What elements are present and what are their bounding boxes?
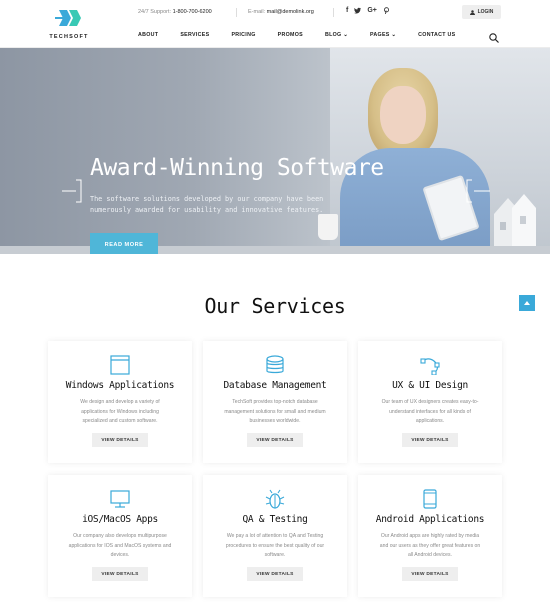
view-details-button[interactable]: VIEW DETAILS <box>402 567 458 581</box>
site-header: TECHSOFT 24/7 Support: 1-800-700-6200 E-… <box>0 0 550 48</box>
view-details-button[interactable]: VIEW DETAILS <box>247 433 303 447</box>
service-title: Android Applications <box>375 514 485 525</box>
service-card: UX & UI Design Our team of UX designers … <box>358 341 502 463</box>
nav-item-pricing[interactable]: PRICING <box>231 32 255 38</box>
service-description: Our Android apps are highly rated by med… <box>379 533 481 558</box>
nav-item-promos[interactable]: PROMOS <box>278 32 303 38</box>
bracket-left-icon <box>62 179 82 203</box>
support-label: 24/7 Support: <box>138 9 172 15</box>
main-nav: ABOUT SERVICES PRICING PROMOS BLOG ⌄ PAG… <box>138 32 456 38</box>
facebook-icon[interactable]: f <box>346 7 348 16</box>
search-icon[interactable] <box>489 30 499 43</box>
service-card: iOS/MacOS Apps Our company also develops… <box>48 475 192 597</box>
pinterest-icon[interactable] <box>383 7 390 16</box>
service-description: We pay a lot of attention to QA and Test… <box>225 533 325 558</box>
nav-item-about[interactable]: ABOUT <box>138 32 158 38</box>
hero-title: Award-Winning Software <box>90 155 384 181</box>
divider <box>236 8 237 17</box>
login-label: LOGIN <box>477 9 494 15</box>
hero-photo-house-model <box>494 194 536 246</box>
logo[interactable]: TECHSOFT <box>47 6 91 42</box>
service-title: UX & UI Design <box>392 380 468 391</box>
twitter-icon[interactable] <box>354 7 362 16</box>
service-card: QA & Testing We pay a lot of attention t… <box>203 475 347 597</box>
hero-banner: Award-Winning Software The software solu… <box>0 48 550 254</box>
email-label: E-mail: <box>248 9 266 15</box>
view-details-button[interactable]: VIEW DETAILS <box>92 567 148 581</box>
social-links: f G+ <box>346 7 390 16</box>
view-details-button[interactable]: VIEW DETAILS <box>247 567 303 581</box>
window-icon <box>110 355 130 375</box>
email-contact: E-mail: mail@demolink.org <box>248 9 314 15</box>
bug-icon <box>265 489 285 509</box>
scroll-to-top-button[interactable] <box>519 295 535 311</box>
service-title: iOS/MacOS Apps <box>82 514 158 525</box>
google-plus-icon[interactable]: G+ <box>367 7 377 16</box>
logo-icon <box>55 10 81 26</box>
view-details-button[interactable]: VIEW DETAILS <box>92 433 148 447</box>
nav-item-services[interactable]: SERVICES <box>180 32 209 38</box>
vector-design-icon <box>420 358 440 375</box>
nav-item-contact-us[interactable]: CONTACT US <box>418 32 455 38</box>
chevron-up-icon <box>524 301 530 305</box>
view-details-button[interactable]: VIEW DETAILS <box>402 433 458 447</box>
logo-text: TECHSOFT <box>49 34 89 40</box>
hero-subtitle: The software solutions developed by our … <box>90 195 324 214</box>
service-card: Windows Applications We design and devel… <box>48 341 192 463</box>
read-more-button[interactable]: READ MORE <box>90 233 158 254</box>
database-icon <box>266 355 284 374</box>
page: TECHSOFT 24/7 Support: 1-800-700-6200 E-… <box>0 0 550 615</box>
nav-item-blog[interactable]: BLOG ⌄ <box>325 32 348 38</box>
service-card: Database Management TechSoft provides to… <box>203 341 347 463</box>
hero-photo-cup <box>318 214 338 240</box>
service-title: Database Management <box>223 380 327 391</box>
service-description: We design and develop a variety of appli… <box>80 399 160 424</box>
support-phone[interactable]: 1-800-700-6200 <box>173 9 212 15</box>
user-icon <box>469 9 475 15</box>
bracket-right-icon <box>466 179 490 203</box>
service-description: Our company also develops multipurpose a… <box>68 533 172 558</box>
services-heading: Our Services <box>204 294 346 318</box>
smartphone-icon <box>423 489 437 509</box>
support-contact: 24/7 Support: 1-800-700-6200 <box>138 9 212 15</box>
login-button[interactable]: LOGIN <box>462 5 501 19</box>
service-title: Windows Applications <box>65 380 175 391</box>
nav-item-pages[interactable]: PAGES ⌄ <box>370 32 396 38</box>
service-title: QA & Testing <box>242 514 308 525</box>
hero-photo-desk <box>0 246 550 254</box>
service-description: Our team of UX designers creates easy-to… <box>381 399 479 424</box>
monitor-icon <box>110 490 130 508</box>
email-link[interactable]: mail@demolink.org <box>267 9 314 15</box>
divider <box>333 8 334 17</box>
service-card: Android Applications Our Android apps ar… <box>358 475 502 597</box>
service-description: TechSoft provides top-notch database man… <box>224 399 326 424</box>
hero-photo-face <box>380 86 426 144</box>
